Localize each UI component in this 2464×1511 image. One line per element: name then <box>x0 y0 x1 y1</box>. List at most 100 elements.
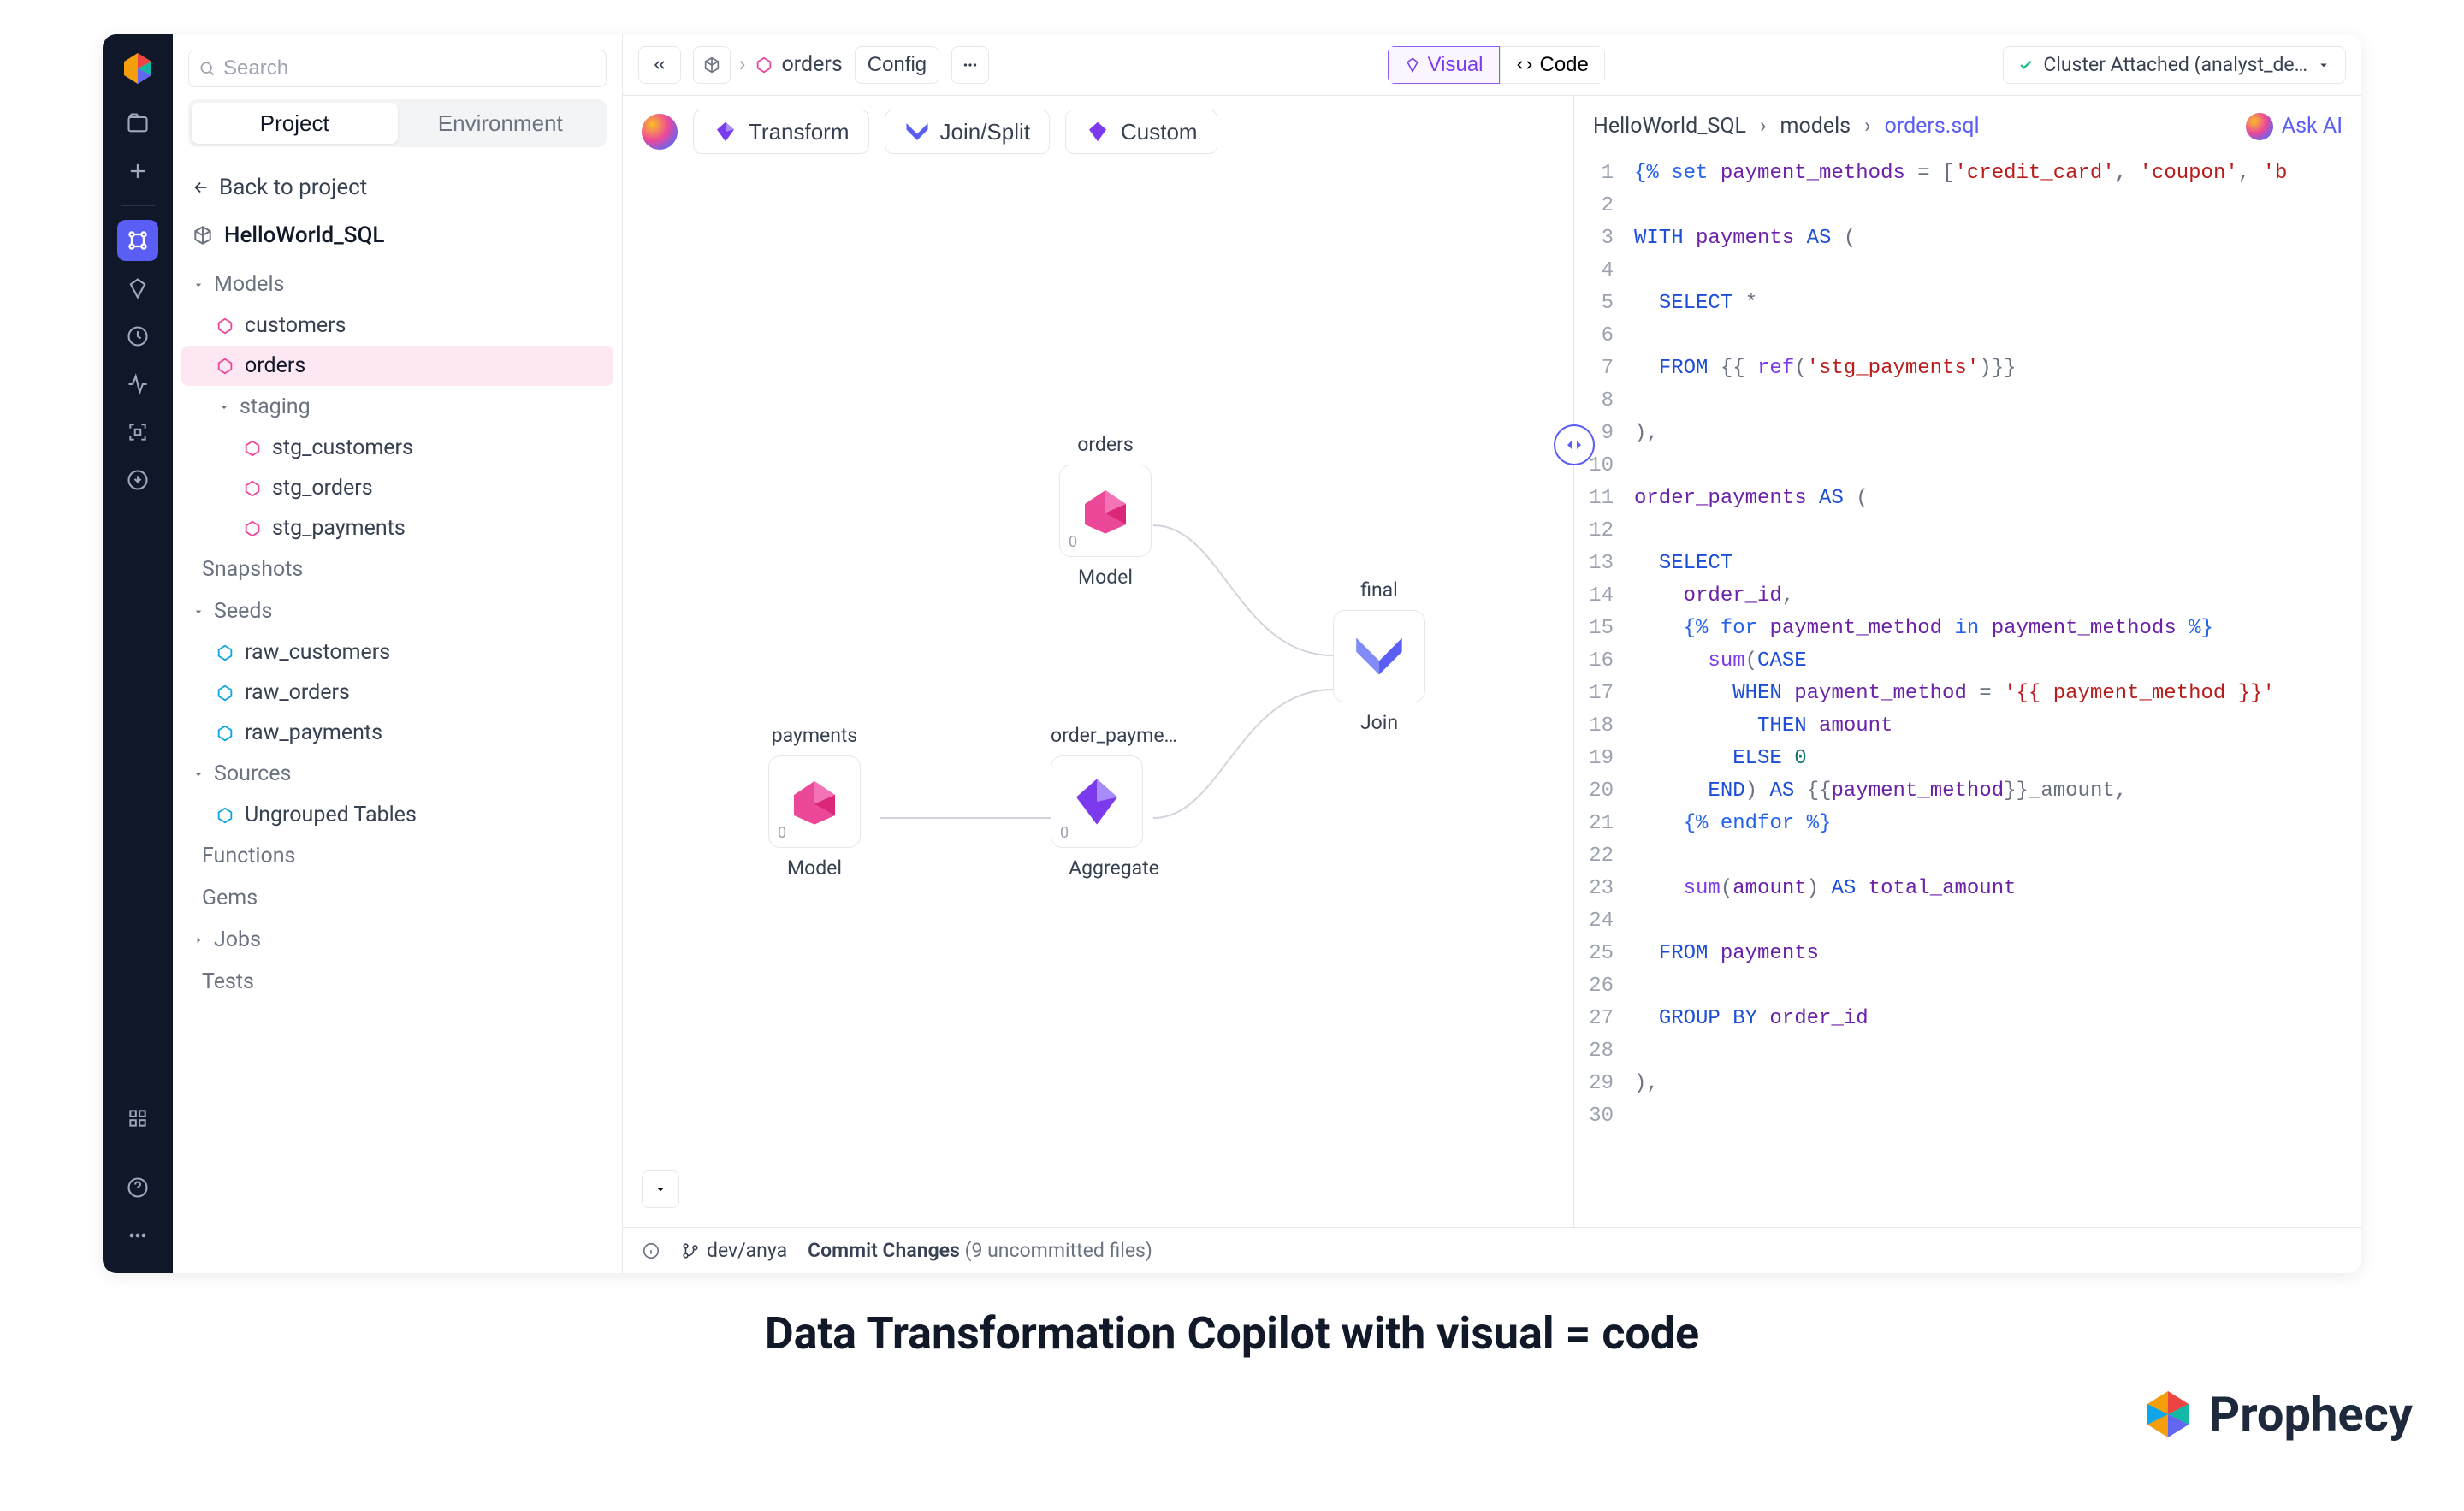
nav-folder-icon[interactable] <box>117 103 158 144</box>
tree-staging-header[interactable]: staging <box>181 386 613 428</box>
tree-item-customers[interactable]: customers <box>181 305 613 346</box>
marketing-headline: Data Transformation Copilot with visual … <box>0 1307 2464 1360</box>
nav-grid-icon[interactable] <box>117 1098 158 1139</box>
tree-sources-header[interactable]: Sources <box>181 753 613 795</box>
edges <box>623 168 1573 1227</box>
node-payments[interactable]: payments 0 Model <box>768 724 861 880</box>
hexagon-icon <box>243 519 262 538</box>
breadcrumb: › orders <box>693 46 843 84</box>
chevrons-left-icon <box>651 56 668 74</box>
hexagon-icon <box>216 317 234 335</box>
view-toggle: Visual Code <box>1388 46 1605 84</box>
back-link[interactable]: Back to project <box>192 175 603 200</box>
search-icon <box>198 60 216 80</box>
tab-environment[interactable]: Environment <box>398 103 604 144</box>
topbar: › orders Config Visual Code Cluster Atta… <box>623 34 2361 96</box>
iconbar <box>103 34 173 1273</box>
orb-icon <box>2246 113 2273 140</box>
hexagon-icon <box>216 806 234 825</box>
crumb-root[interactable]: HelloWorld_SQL <box>1593 114 1746 139</box>
tree-item-stgpayments[interactable]: stg_payments <box>181 508 613 548</box>
main: › orders Config Visual Code Cluster Atta… <box>623 34 2361 1273</box>
brand: Prophecy <box>2142 1386 2413 1443</box>
chevron-icon <box>1352 632 1407 680</box>
tree-item-ungrouped[interactable]: Ungrouped Tables <box>181 795 613 835</box>
tree-jobs-header[interactable]: Jobs <box>181 919 613 961</box>
project-title[interactable]: HelloWorld_SQL <box>192 222 603 248</box>
hexagon-icon <box>216 357 234 376</box>
tab-switch: Project Environment <box>188 99 607 147</box>
tree-item-orders[interactable]: orders <box>181 346 613 386</box>
crumb-cube-button[interactable] <box>693 46 731 84</box>
tree-seeds-header[interactable]: Seeds <box>181 590 613 632</box>
cluster-label: Cluster Attached (analyst_de… <box>2043 53 2307 76</box>
node-final[interactable]: final Join <box>1333 578 1425 734</box>
chevron-down-icon <box>653 1182 668 1197</box>
tab-project[interactable]: Project <box>192 103 398 144</box>
transform-button[interactable]: Transform <box>693 110 869 154</box>
config-button[interactable]: Config <box>855 46 939 84</box>
split-handle[interactable] <box>1554 424 1595 465</box>
back-label: Back to project <box>219 175 367 200</box>
tree-snapshots[interactable]: Snapshots <box>181 548 613 590</box>
info-icon[interactable] <box>642 1241 660 1260</box>
split-icon <box>1564 435 1584 455</box>
canvas[interactable]: orders 0 Model payments 0 Model order_pa… <box>623 168 1573 1227</box>
node-orders[interactable]: orders 0 Model <box>1059 433 1152 589</box>
nav-pipeline-icon[interactable] <box>117 220 158 261</box>
cluster-selector[interactable]: Cluster Attached (analyst_de… <box>2003 46 2346 84</box>
hexagon-icon <box>243 479 262 498</box>
chevron-right-icon <box>192 933 205 947</box>
gem-icon <box>787 774 842 829</box>
gem-icon <box>713 119 738 145</box>
ask-ai-button[interactable]: Ask AI <box>2246 113 2343 140</box>
crumb-file[interactable]: orders.sql <box>1885 114 1980 139</box>
nav-help-icon[interactable] <box>117 1167 158 1208</box>
canvas-toolbar: Transform Join/Split Custom <box>623 96 1573 168</box>
nav-activity-icon[interactable] <box>117 364 158 405</box>
app-logo[interactable] <box>121 51 155 86</box>
collapse-button[interactable] <box>638 46 681 84</box>
nav-gem-icon[interactable] <box>117 268 158 309</box>
tree-models-header[interactable]: Models <box>181 264 613 305</box>
code-icon <box>1516 56 1533 74</box>
tree-gems[interactable]: Gems <box>181 877 613 919</box>
joinsplit-button[interactable]: Join/Split <box>885 110 1051 154</box>
nav-plus-icon[interactable] <box>117 151 158 192</box>
sidebar: Project Environment Back to project Hell… <box>173 34 623 1273</box>
tree-item-stgcustomers[interactable]: stg_customers <box>181 428 613 468</box>
nav-scan-icon[interactable] <box>117 412 158 453</box>
divider <box>121 205 155 206</box>
more-button[interactable] <box>951 46 989 84</box>
visual-toggle[interactable]: Visual <box>1388 46 1500 84</box>
search-input[interactable] <box>188 50 607 87</box>
node-orderpayments[interactable]: order_payme… 0 Aggregate <box>1051 724 1177 880</box>
tree-item-raworders[interactable]: raw_orders <box>181 673 613 713</box>
arrow-left-icon <box>192 178 210 197</box>
chevron-down-icon <box>192 767 205 781</box>
code-editor[interactable]: 1{% set payment_methods = ['credit_card'… <box>1574 157 2361 1227</box>
nav-more-icon[interactable] <box>117 1215 158 1256</box>
tree-item-rawpayments[interactable]: raw_payments <box>181 713 613 753</box>
tree-tests[interactable]: Tests <box>181 961 613 1003</box>
tree-item-rawcustomers[interactable]: raw_customers <box>181 632 613 673</box>
nav-history-icon[interactable] <box>117 316 158 357</box>
tree-functions[interactable]: Functions <box>181 835 613 877</box>
nav-download-icon[interactable] <box>117 459 158 501</box>
custom-button[interactable]: Custom <box>1065 110 1217 154</box>
app-shell: Project Environment Back to project Hell… <box>103 34 2361 1273</box>
hexagon-icon <box>216 684 234 702</box>
chevron-down-icon <box>192 605 205 619</box>
code-pane: HelloWorld_SQL › models › orders.sql Ask… <box>1574 96 2361 1227</box>
commit-status[interactable]: Commit Changes (9 uncommitted files) <box>808 1239 1152 1262</box>
cube-icon <box>192 224 214 246</box>
branch-indicator[interactable]: dev/anya <box>681 1239 787 1262</box>
orb-icon <box>642 114 678 150</box>
project-name: HelloWorld_SQL <box>224 222 384 248</box>
chevron-icon <box>904 121 930 143</box>
tree-item-stgorders[interactable]: stg_orders <box>181 468 613 508</box>
canvas-collapse-button[interactable] <box>642 1170 679 1208</box>
crumb-models[interactable]: models <box>1780 114 1851 139</box>
code-toggle[interactable]: Code <box>1500 46 1605 84</box>
diamond-icon <box>1404 56 1421 74</box>
